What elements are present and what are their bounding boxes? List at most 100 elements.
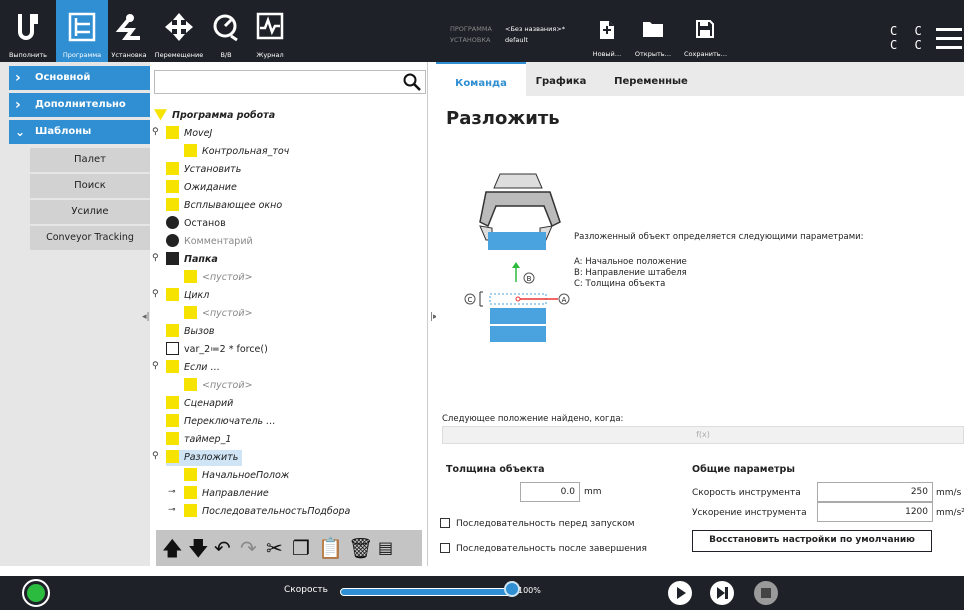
io-icon — [213, 14, 238, 42]
tree-node-if[interactable]: Если … — [166, 360, 220, 376]
sidebar-category-advanced[interactable]: › Дополнительно — [9, 93, 150, 117]
waypoint-icon — [184, 144, 197, 157]
tab-run[interactable]: Выполнить — [0, 0, 56, 62]
expand-toggle-icon[interactable]: ⊸ — [168, 505, 176, 515]
waypoint-icon — [184, 468, 197, 481]
tool-speed-label: Скорость инструмента — [692, 488, 801, 498]
tab-graphics[interactable]: Графика — [526, 62, 596, 96]
popup-icon — [166, 198, 179, 211]
tree-node-popup[interactable]: Всплывающее окно — [166, 198, 282, 214]
power-status-icon — [27, 584, 45, 602]
step-button[interactable] — [710, 581, 734, 605]
speed-slider[interactable] — [340, 588, 512, 596]
sidebar-category-templates[interactable]: ⌄ Шаблоны — [9, 120, 150, 144]
tree-node-call[interactable]: Вызов — [166, 324, 214, 340]
param-c-text: C: Толщина объекта — [574, 279, 666, 289]
tree-node-assignment[interactable]: var_2≔2 * force() — [166, 342, 268, 358]
seq-after-checkbox[interactable]: Последовательность после завершения — [440, 542, 647, 555]
tab-log[interactable]: Журнал — [244, 0, 296, 62]
save-program-button[interactable]: Сохранить… — [684, 20, 728, 60]
hamburger-menu-icon[interactable] — [936, 28, 962, 50]
tool-speed-input[interactable]: 250 — [817, 482, 933, 502]
copy-icon[interactable]: ❐ — [292, 536, 310, 560]
expand-pin-icon[interactable]: ⚲ — [152, 361, 159, 371]
tab-program[interactable]: Программа — [56, 0, 108, 62]
thickness-input[interactable]: 0.0 — [520, 482, 580, 502]
sidebar-item-force[interactable]: Усилие — [30, 200, 150, 225]
destack-icon — [166, 450, 179, 463]
checkbox-box[interactable] — [440, 542, 450, 553]
paste-icon[interactable]: 📋 — [318, 536, 343, 560]
tree-node-pick-sequence[interactable]: ПоследовательностьПодбора — [184, 504, 350, 520]
tab-command[interactable]: Команда — [436, 62, 526, 96]
tree-node-halt[interactable]: Останов — [166, 216, 226, 232]
suppress-icon[interactable]: ▤ — [378, 536, 393, 560]
move-up-icon[interactable]: 🡅 — [162, 536, 183, 560]
chevron-right-icon: › — [15, 97, 21, 113]
tree-node-set[interactable]: Установить — [166, 162, 241, 178]
tree-node-empty[interactable]: <пустой> — [184, 306, 253, 322]
tree-node-empty[interactable]: <пустой> — [184, 270, 253, 286]
expand-pin-icon[interactable]: ⚲ — [152, 451, 159, 461]
tree-node-timer[interactable]: таймер_1 — [166, 432, 231, 448]
new-program-button[interactable]: Новый… — [586, 20, 628, 60]
tree-node-folder[interactable]: Папка — [166, 252, 218, 268]
tree-node-movej[interactable]: MoveJ — [166, 126, 212, 142]
move-down-icon[interactable]: 🡇 — [188, 536, 209, 560]
expand-toggle-icon[interactable]: ⊸ — [168, 487, 176, 497]
search-input[interactable] — [154, 70, 426, 94]
tree-node-switch[interactable]: Переключатель … — [166, 414, 276, 430]
tree-node-wait[interactable]: Ожидание — [166, 180, 237, 196]
power-button[interactable] — [22, 579, 50, 607]
cut-icon[interactable]: ✂ — [266, 536, 283, 560]
new-file-icon — [600, 21, 614, 39]
tab-move[interactable]: Перемещение — [150, 0, 208, 62]
seq-before-label: Последовательность перед запуском — [456, 519, 635, 529]
tab-installation-label: Установка — [111, 51, 147, 59]
set-icon — [166, 162, 179, 175]
reset-defaults-button[interactable]: Восстановить настройки по умолчанию — [692, 530, 932, 552]
undo-icon[interactable]: ↶ — [214, 536, 231, 560]
ur-logo-icon — [18, 14, 38, 40]
expand-pin-icon[interactable]: ⚲ — [152, 253, 159, 263]
command-panel: Команда Графика Переменные Разложить B C… — [436, 62, 964, 566]
redo-icon[interactable]: ↷ — [240, 536, 257, 560]
sidebar-item-conveyor[interactable]: Conveyor Tracking — [30, 226, 150, 251]
delete-icon[interactable]: 🗑 — [348, 536, 373, 560]
tree-node-loop[interactable]: Цикл — [166, 288, 209, 304]
save-icon — [696, 20, 714, 38]
expand-pin-icon[interactable]: ⚲ — [152, 289, 159, 299]
seq-before-checkbox[interactable]: Последовательность перед запуском — [440, 517, 635, 530]
open-program-button[interactable]: Открыть… — [632, 20, 674, 60]
stop-button[interactable] — [754, 581, 778, 605]
tab-run-label: Выполнить — [8, 51, 48, 59]
tree-node-direction[interactable]: Направление — [184, 486, 269, 502]
tree-node-waypoint[interactable]: Контрольная_точ — [184, 144, 289, 160]
sidebar-category-basic[interactable]: › Основной — [9, 66, 150, 90]
tree-node-start-position[interactable]: НачальноеПолож — [184, 468, 289, 484]
play-button[interactable] — [668, 581, 692, 605]
tab-variables[interactable]: Переменные — [596, 62, 706, 96]
collapse-left-handle-icon[interactable]: ◂| — [142, 312, 150, 322]
condition-expression-field[interactable]: f(x) — [442, 426, 964, 444]
speed-label: Скорость — [284, 585, 328, 595]
assignment-icon — [166, 342, 179, 355]
tree-node-script[interactable]: Сценарий — [166, 396, 233, 412]
tree-node-root[interactable]: Программа робота — [154, 108, 275, 124]
destack-diagram: B C A — [464, 173, 570, 342]
tab-installation[interactable]: Установка — [108, 0, 150, 62]
tool-accel-input[interactable]: 1200 — [817, 502, 933, 522]
sidebar-item-seek[interactable]: Поиск — [30, 174, 150, 199]
tab-io[interactable]: В/В — [208, 0, 244, 62]
direction-icon — [184, 486, 197, 499]
top-bar: Выполнить Программа Установка Перемещени… — [0, 0, 964, 62]
save-program-label: Сохранить… — [684, 50, 728, 58]
tree-node-empty[interactable]: <пустой> — [184, 378, 253, 394]
tree-node-comment[interactable]: Комментарий — [166, 234, 253, 250]
tree-node-destack[interactable]: Разложить — [166, 450, 243, 466]
log-icon — [256, 12, 284, 40]
sidebar-item-pallet[interactable]: Палет — [30, 148, 150, 173]
condition-label: Следующее положение найдено, когда: — [442, 414, 624, 424]
checkbox-box[interactable] — [440, 517, 450, 528]
expand-pin-icon[interactable]: ⚲ — [152, 127, 159, 137]
